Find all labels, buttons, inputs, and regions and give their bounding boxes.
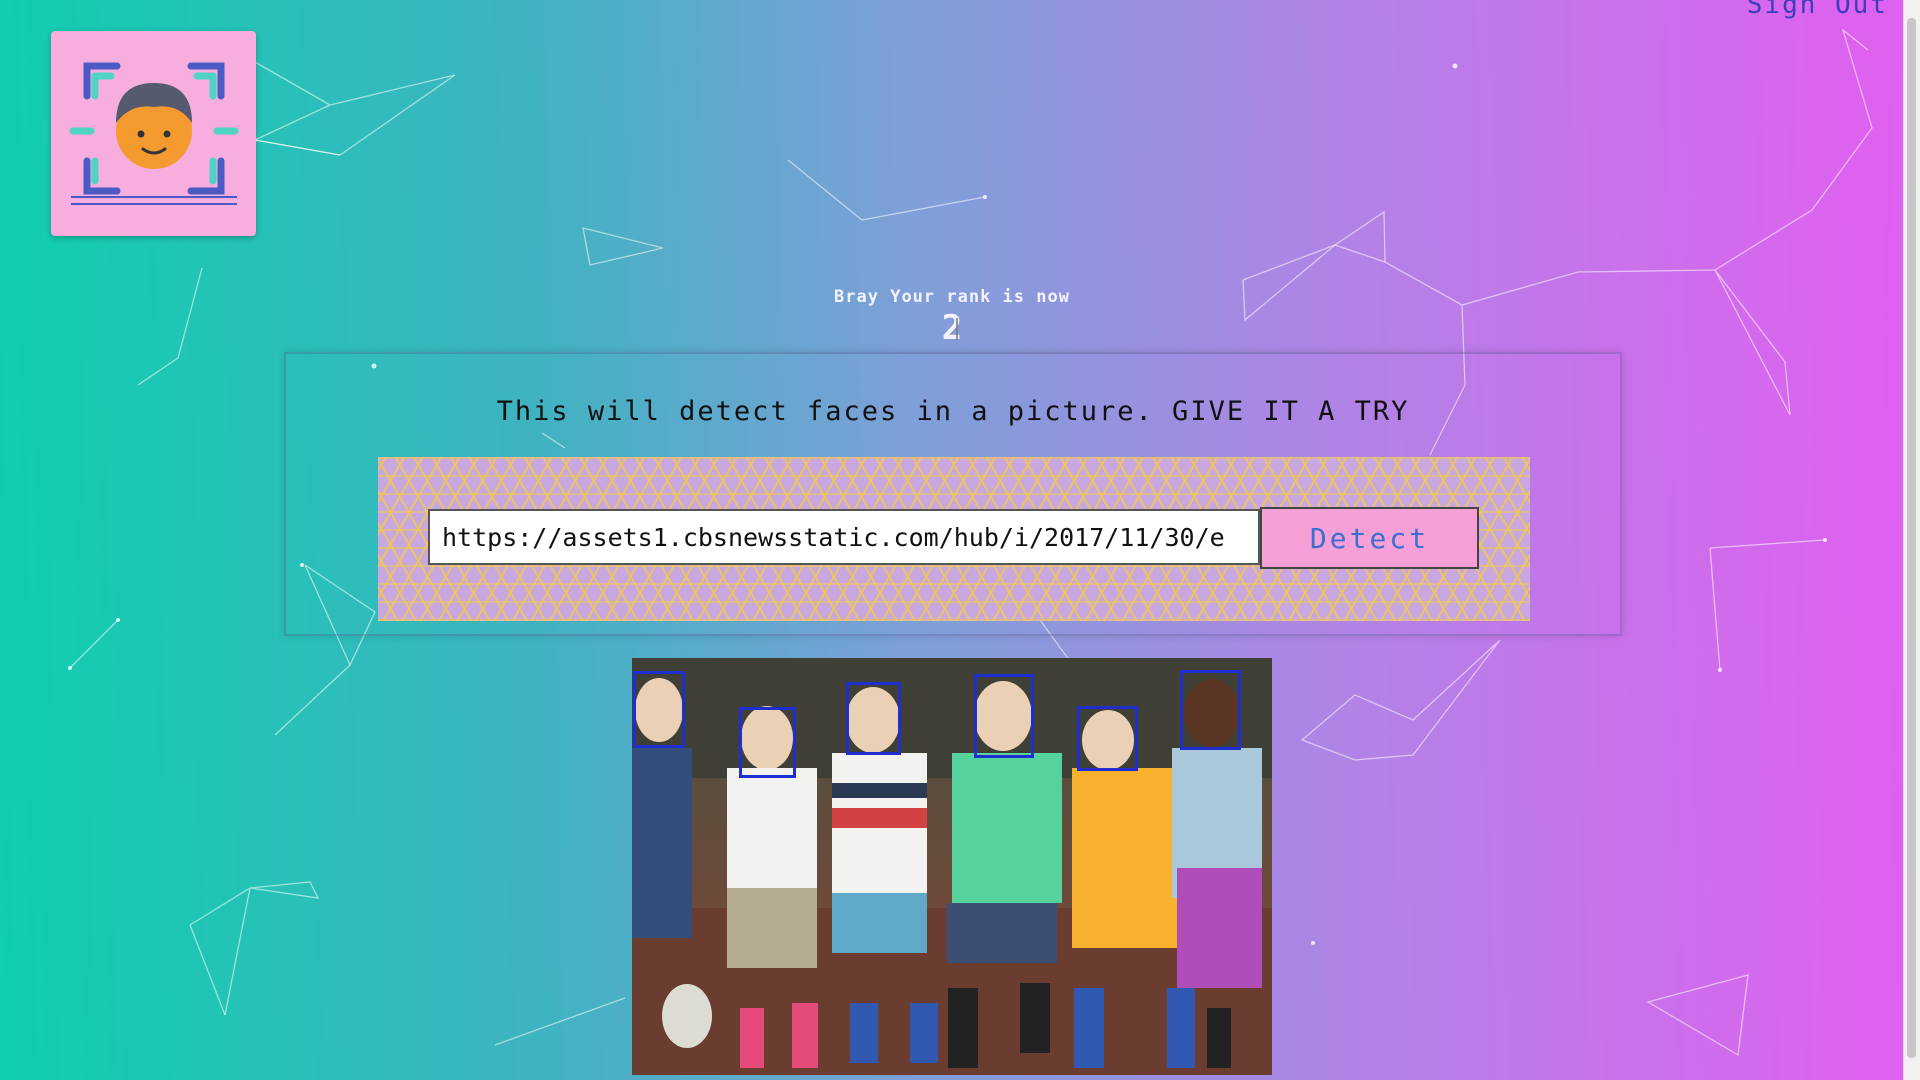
logo <box>51 31 256 236</box>
url-form: Detect <box>378 457 1530 621</box>
face-box <box>974 674 1034 758</box>
detect-button[interactable]: Detect <box>1260 507 1479 569</box>
text-cursor-icon <box>956 318 958 340</box>
children-photo <box>632 658 1272 1075</box>
image-url-input[interactable] <box>428 509 1260 565</box>
detection-panel: This will detect faces in a picture. GIV… <box>284 352 1622 636</box>
face-scan-icon <box>69 62 239 205</box>
intro-text: This will detect faces in a picture. GIV… <box>496 396 1410 427</box>
rank-message: Bray Your rank is now <box>834 287 1070 307</box>
face-box <box>739 707 796 778</box>
vertical-scrollbar[interactable] <box>1903 0 1920 1080</box>
rank-value: 2 <box>941 308 963 348</box>
face-box <box>846 682 901 755</box>
sign-out-link[interactable]: Sign Out <box>1747 0 1888 20</box>
face-box <box>1077 706 1138 771</box>
face-box <box>1180 670 1241 750</box>
result-image <box>632 658 1272 1075</box>
face-box <box>633 671 685 748</box>
scrollbar-thumb[interactable] <box>1907 18 1916 1058</box>
